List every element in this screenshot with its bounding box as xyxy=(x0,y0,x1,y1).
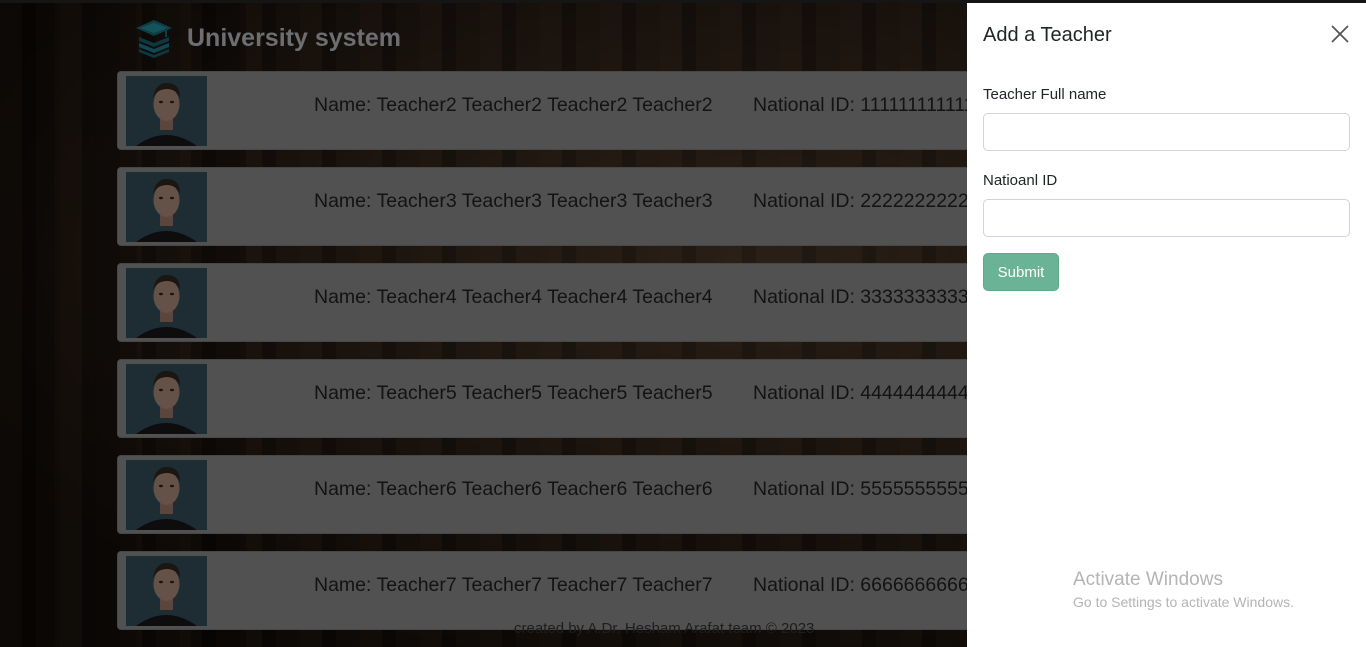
activation-watermark-title: Activate Windows xyxy=(1073,569,1223,590)
submit-button[interactable]: Submit xyxy=(983,253,1059,291)
close-icon[interactable] xyxy=(1329,23,1351,45)
add-teacher-panel: Add a Teacher Teacher Full name Natioanl… xyxy=(967,3,1366,647)
full-name-label: Teacher Full name xyxy=(983,86,1107,103)
activation-watermark-subtitle: Go to Settings to activate Windows. xyxy=(1073,594,1294,610)
full-name-input[interactable] xyxy=(983,113,1350,151)
national-id-input[interactable] xyxy=(983,199,1350,237)
national-id-label: Natioanl ID xyxy=(983,172,1058,189)
panel-title: Add a Teacher xyxy=(983,24,1112,46)
